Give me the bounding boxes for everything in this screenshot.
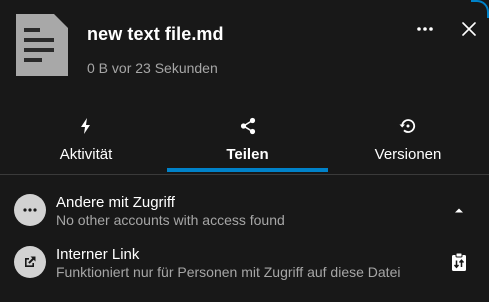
- restore-icon: [399, 119, 416, 133]
- tab-activity-label: Aktivität: [59, 146, 113, 163]
- close-icon: [462, 22, 476, 36]
- share-icon: [240, 117, 255, 135]
- internal-link-title: Interner Link: [56, 246, 140, 263]
- open-in-new-icon: [25, 256, 36, 267]
- close-button[interactable]: [454, 16, 484, 42]
- collapse-others-button[interactable]: [447, 198, 471, 222]
- others-avatar: [14, 194, 46, 226]
- tab-sharing-label: Teilen: [226, 146, 269, 163]
- others-with-access-title: Andere mit Zugriff: [56, 194, 175, 211]
- tabs-divider: [0, 174, 489, 175]
- internal-link-subtitle: Funktioniert nur für Personen mit Zugrif…: [56, 264, 401, 280]
- file-name: new text file.md: [87, 24, 224, 44]
- text-document-icon: [16, 14, 68, 76]
- file-size-and-modified: 0 B vor 23 Sekunden: [87, 60, 218, 76]
- others-with-access-subtitle: No other accounts with access found: [56, 212, 285, 228]
- tab-sharing[interactable]: Teilen: [167, 108, 328, 172]
- sidebar-panel: new text file.md 0 B vor 23 Sekunden Akt…: [0, 0, 489, 302]
- others-with-access-row[interactable]: Andere mit Zugriff No other accounts wit…: [0, 186, 489, 236]
- more-horizontal-icon: [23, 208, 37, 212]
- internal-link-avatar: [14, 246, 46, 278]
- more-actions-button[interactable]: [410, 16, 440, 42]
- copy-internal-link-button[interactable]: [447, 250, 471, 274]
- more-horizontal-icon: [417, 27, 433, 31]
- lightning-icon: [81, 118, 90, 134]
- tab-versions-label: Versionen: [374, 146, 442, 163]
- internal-link-row[interactable]: Interner Link Funktioniert nur für Perso…: [0, 238, 489, 288]
- clipboard-copy-icon: [452, 252, 466, 271]
- tab-activity[interactable]: Aktivität: [6, 108, 166, 172]
- caret-up-icon: [455, 208, 463, 213]
- tab-versions[interactable]: Versionen: [328, 108, 488, 172]
